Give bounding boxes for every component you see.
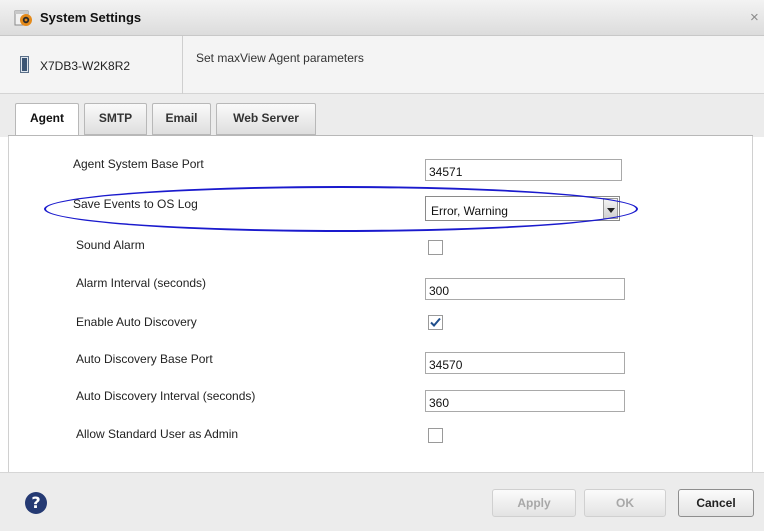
settings-gear-icon (14, 10, 32, 26)
close-icon[interactable]: × (750, 9, 759, 26)
base-port-input[interactable] (425, 159, 622, 181)
standard-admin-label: Allow Standard User as Admin (76, 427, 239, 441)
help-icon[interactable]: ? (25, 492, 47, 514)
check-icon (430, 317, 441, 327)
alarm-interval-label: Alarm Interval (seconds) (76, 276, 207, 290)
tab-web-server[interactable]: Web Server (216, 103, 316, 135)
auto-discovery-label: Enable Auto Discovery (76, 315, 197, 329)
save-events-label: Save Events to OS Log (73, 197, 198, 211)
server-info-bar: X7DB3-W2K8R2 Set maxView Agent parameter… (0, 36, 764, 94)
info-divider (182, 36, 183, 94)
dialog-footer: ? Apply OK Cancel (0, 472, 764, 531)
tab-agent[interactable]: Agent (15, 103, 79, 137)
alarm-interval-input[interactable] (425, 278, 625, 300)
sound-alarm-checkbox[interactable] (428, 240, 443, 255)
save-events-value: Error, Warning (431, 204, 508, 218)
server-icon (20, 56, 29, 73)
save-events-select[interactable]: Error, Warning (425, 196, 620, 221)
chevron-down-icon[interactable] (603, 198, 618, 219)
auto-discovery-checkbox[interactable] (428, 315, 443, 330)
tab-email[interactable]: Email (152, 103, 211, 135)
discovery-interval-input[interactable] (425, 390, 625, 412)
discovery-port-input[interactable] (425, 352, 625, 374)
base-port-label: Agent System Base Port (73, 157, 204, 171)
discovery-interval-label: Auto Discovery Interval (seconds) (76, 389, 256, 403)
server-description: Set maxView Agent parameters (196, 51, 364, 65)
cancel-button[interactable]: Cancel (678, 489, 754, 517)
agent-settings-panel (8, 136, 753, 472)
ok-button[interactable]: OK (584, 489, 666, 517)
title-bar: System Settings × (0, 0, 764, 36)
tab-smtp[interactable]: SMTP (84, 103, 147, 135)
window-title: System Settings (40, 10, 142, 25)
standard-admin-checkbox[interactable] (428, 428, 443, 443)
server-name: X7DB3-W2K8R2 (40, 59, 131, 73)
sound-alarm-label: Sound Alarm (76, 238, 145, 252)
apply-button[interactable]: Apply (492, 489, 576, 517)
discovery-port-label: Auto Discovery Base Port (76, 352, 213, 366)
